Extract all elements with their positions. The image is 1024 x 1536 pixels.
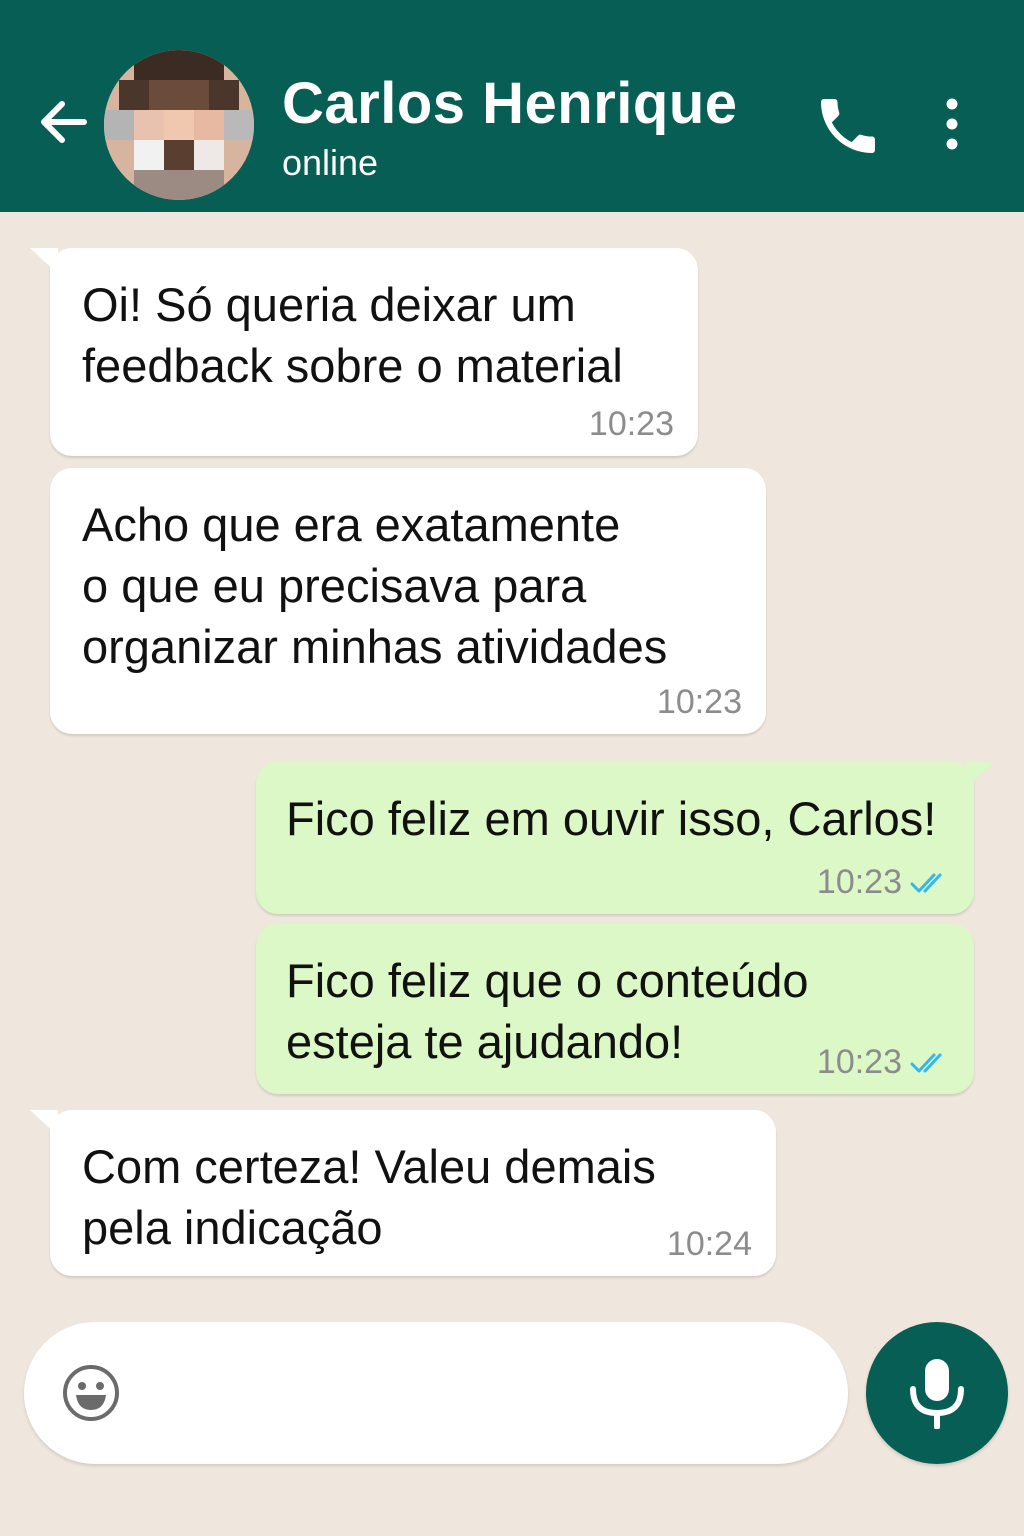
message-text: Oi! Só queria deixar um feedback sobre o… <box>82 278 623 392</box>
phone-icon <box>821 99 875 153</box>
emoji-button[interactable] <box>62 1364 120 1422</box>
message-bubble-incoming[interactable]: Oi! Só queria deixar um feedback sobre o… <box>30 248 698 456</box>
message-bubble-incoming[interactable]: Com certeza! Valeu demais pela indicação… <box>30 1110 776 1276</box>
more-options-button[interactable] <box>930 94 974 154</box>
message-time: 10:24 <box>666 1225 752 1263</box>
message-bubble-outgoing[interactable]: Fico feliz em ouvir isso, Carlos! 10:23 <box>256 762 994 914</box>
read-receipt-icon <box>910 1053 942 1072</box>
message-bubble-incoming[interactable]: Acho que era exatamente o que eu precisa… <box>50 468 766 734</box>
message-time: 10:23 <box>817 863 950 902</box>
contact-name[interactable]: Carlos Henrique <box>282 70 738 137</box>
message-text: Acho que era exatamente o que eu precisa… <box>82 498 668 673</box>
back-button[interactable] <box>34 92 94 152</box>
more-vertical-icon <box>946 98 958 150</box>
call-button[interactable] <box>812 90 884 162</box>
bubble-tail <box>966 762 994 788</box>
contact-status: online <box>282 142 379 183</box>
bubble-tail <box>30 1110 58 1136</box>
avatar[interactable] <box>104 50 254 200</box>
emoji-icon <box>63 1365 119 1421</box>
message-time: 10:23 <box>656 683 742 721</box>
message-time: 10:23 <box>588 405 674 443</box>
message-composer <box>24 1322 848 1464</box>
message-text: Com certeza! Valeu demais pela indicação <box>82 1140 656 1254</box>
microphone-icon <box>910 1359 964 1429</box>
bubble-tail <box>30 248 58 274</box>
message-time: 10:23 <box>817 1043 950 1082</box>
read-receipt-icon <box>910 873 942 892</box>
voice-record-button[interactable] <box>866 1322 1008 1464</box>
back-arrow-icon <box>41 101 87 143</box>
message-bubble-outgoing[interactable]: Fico feliz que o conteúdo esteja te ajud… <box>256 924 974 1094</box>
chat-header: Carlos Henrique online <box>0 0 1024 212</box>
message-input[interactable] <box>148 1362 812 1426</box>
message-text: Fico feliz em ouvir isso, Carlos! <box>286 792 937 845</box>
